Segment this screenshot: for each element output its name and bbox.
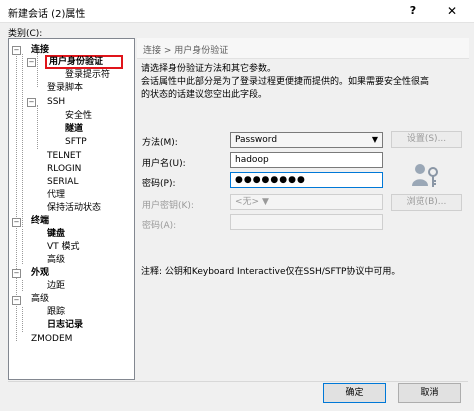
- password-label: 密码(P):: [142, 179, 176, 189]
- tree-connector: [22, 229, 23, 264]
- method-select[interactable]: Password ▼: [230, 132, 383, 148]
- tree-item-rlogin[interactable]: RLOGIN: [47, 163, 81, 175]
- window-title: 新建会话 (2)属性: [8, 9, 86, 20]
- username-label: 用户名(U):: [142, 159, 186, 169]
- close-icon[interactable]: ✕: [444, 3, 460, 19]
- method-select-value: Password: [235, 135, 278, 145]
- passphrase-field[interactable]: [230, 214, 383, 230]
- collapse-icon[interactable]: −: [27, 58, 36, 67]
- collapse-icon[interactable]: −: [12, 46, 21, 55]
- tree-item-logging[interactable]: 日志记录: [47, 319, 83, 331]
- user-key-select[interactable]: <无> ▼: [230, 194, 383, 210]
- tree-item-ssh[interactable]: SSH: [47, 96, 65, 108]
- collapse-icon[interactable]: −: [27, 98, 36, 107]
- note-text: 注释: 公钥和Keyboard Interactive仅在SSH/SFTP协议中…: [141, 267, 401, 277]
- tree-connector: [22, 307, 23, 332]
- footer-divider: [8, 381, 468, 382]
- description: 请选择身份验证方法和其它参数。 会话属性中此部分是为了登录过程更便捷而提供的。如…: [141, 63, 466, 102]
- passphrase-label: 密码(A):: [142, 221, 177, 231]
- collapse-icon[interactable]: −: [12, 218, 21, 227]
- tree-item-tunnel[interactable]: 隧道: [65, 123, 83, 135]
- description-line: 会话属性中此部分是为了登录过程更便捷而提供的。如果需要安全性很高: [141, 77, 430, 87]
- tree-item-trace[interactable]: 跟踪: [47, 306, 65, 318]
- collapse-icon[interactable]: −: [12, 296, 21, 305]
- tree-item-telnet[interactable]: TELNET: [47, 150, 81, 162]
- title-bar: 新建会话 (2)属性 ? ✕: [0, 0, 474, 23]
- tree-item-keyboard[interactable]: 键盘: [47, 228, 65, 240]
- user-key-icon: [412, 164, 438, 187]
- username-field[interactable]: hadoop: [230, 152, 383, 168]
- tree-item-terminal[interactable]: 终端: [31, 215, 49, 227]
- tree-item-login-prompt[interactable]: 登录提示符: [65, 69, 110, 81]
- tree-item-zmodem[interactable]: ZMODEM: [31, 333, 72, 345]
- tree-item-vt-mode[interactable]: VT 模式: [47, 241, 80, 253]
- chevron-down-icon: ▼: [261, 197, 269, 207]
- tree-item-proxy[interactable]: 代理: [47, 189, 65, 201]
- tree-item-keepalive[interactable]: 保持活动状态: [47, 202, 101, 214]
- tree-item-sftp[interactable]: SFTP: [65, 136, 87, 148]
- user-key-value: <无>: [235, 197, 260, 207]
- settings-button[interactable]: 设置(S)...: [391, 131, 462, 148]
- section-header: 连接 > 用户身份验证: [137, 38, 469, 59]
- tree-item-user-auth[interactable]: 用户身份验证: [49, 56, 103, 68]
- tree-item-margins[interactable]: 边距: [47, 280, 65, 292]
- tree-item-advanced[interactable]: 高级: [31, 293, 49, 305]
- tree-item-serial[interactable]: SERIAL: [47, 176, 78, 188]
- tree-connector: [22, 54, 23, 227]
- ok-button[interactable]: 确定: [323, 383, 386, 403]
- method-label: 方法(M):: [142, 138, 178, 148]
- category-tree[interactable]: − − − − − − 连接 用户身份验证 登录提示符 登录脚本 SSH 安全性…: [8, 38, 135, 380]
- browse-button[interactable]: 浏览(B)...: [391, 194, 462, 211]
- breadcrumb: 连接 > 用户身份验证: [143, 46, 229, 56]
- chevron-down-icon: ▼: [371, 135, 378, 144]
- password-field[interactable]: ●●●●●●●●: [230, 172, 383, 188]
- tree-item-login-script[interactable]: 登录脚本: [47, 82, 83, 94]
- tree-connector: [37, 105, 38, 149]
- tree-item-security[interactable]: 安全性: [65, 110, 92, 122]
- tree-connector: [37, 53, 38, 87]
- collapse-icon[interactable]: −: [12, 269, 21, 278]
- description-line: 请选择身份验证方法和其它参数。: [141, 64, 277, 74]
- user-key-label: 用户密钥(K):: [142, 201, 194, 211]
- tree-item-connection[interactable]: 连接: [31, 44, 49, 56]
- help-icon[interactable]: ?: [405, 3, 421, 19]
- tree-item-terminal-advanced[interactable]: 高级: [47, 254, 65, 266]
- tree-item-appearance[interactable]: 外观: [31, 267, 49, 279]
- cancel-button[interactable]: 取消: [398, 383, 461, 403]
- description-line: 的状态的话建议您空出此字段。: [141, 90, 268, 100]
- tree-connector: [22, 280, 23, 291]
